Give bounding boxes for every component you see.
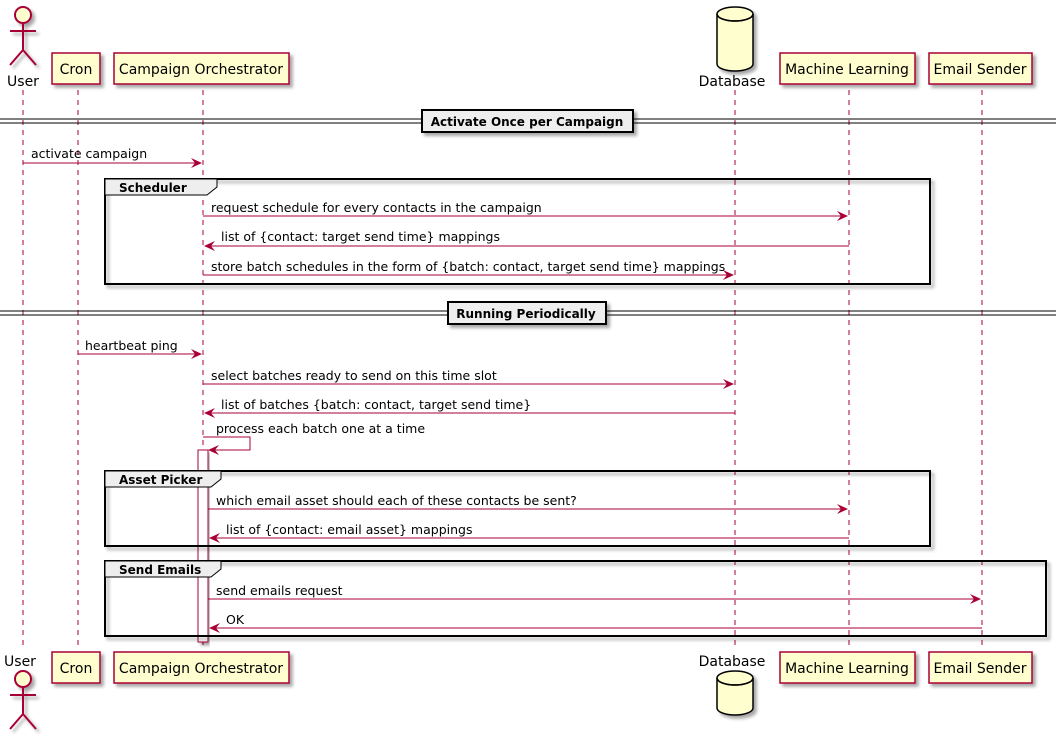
message-request-schedule: request schedule for every contacts in t…	[203, 200, 848, 221]
divider-activate-once: Activate Once per Campaign	[0, 109, 1056, 133]
participant-label: Machine Learning	[785, 661, 909, 677]
participant-label: User	[4, 654, 36, 670]
participant-label: Database	[699, 654, 766, 670]
participant-label: Campaign Orchestrator	[119, 62, 283, 78]
message-label: process each batch one at a time	[216, 421, 425, 436]
message-label: list of {contact: email asset} mappings	[226, 522, 472, 537]
participant-label: Machine Learning	[785, 62, 909, 78]
message-label: OK	[226, 612, 245, 627]
message-heartbeat-ping: heartbeat ping	[78, 338, 202, 359]
divider-label: Running Periodically	[456, 307, 596, 321]
message-label: activate campaign	[31, 146, 147, 161]
actor-icon	[9, 6, 37, 66]
message-label: send emails request	[216, 583, 343, 598]
actor-icon	[9, 670, 37, 730]
participant-user-top[interactable]	[9, 6, 37, 66]
message-label: list of {contact: target send time} mapp…	[221, 229, 500, 244]
message-schedule-mappings: list of {contact: target send time} mapp…	[204, 229, 849, 251]
message-send-emails-request: send emails request	[208, 583, 981, 604]
sequence-diagram: User Cron Campaign Orchestrator Database…	[0, 6, 1056, 730]
message-label: which email asset should each of these c…	[216, 493, 577, 508]
message-list-of-batches: list of batches {batch: contact, target …	[204, 397, 735, 418]
message-label: request schedule for every contacts in t…	[211, 200, 542, 215]
participant-label: Email Sender	[934, 62, 1027, 78]
group-label: Scheduler	[119, 181, 187, 195]
message-select-batches: select batches ready to send on this tim…	[203, 368, 734, 389]
participants-top: User Cron Campaign Orchestrator Database…	[7, 6, 1033, 90]
participant-label: Cron	[60, 62, 93, 78]
participants-bottom: User Cron Campaign Orchestrator Database	[4, 651, 1033, 730]
message-email-asset-mappings: list of {contact: email asset} mappings	[209, 522, 849, 543]
message-label: heartbeat ping	[85, 338, 178, 353]
message-label: store batch schedules in the form of {ba…	[211, 259, 725, 274]
divider-running-periodically: Running Periodically	[0, 301, 1056, 325]
message-activate-campaign: activate campaign	[23, 146, 202, 168]
participant-label: Email Sender	[934, 661, 1027, 677]
message-ok: OK	[209, 612, 982, 633]
database-icon	[716, 670, 754, 716]
participant-db-bottom[interactable]	[716, 670, 754, 716]
divider-label: Activate Once per Campaign	[431, 115, 624, 129]
group-label: Send Emails	[119, 563, 201, 577]
participant-label: Campaign Orchestrator	[119, 661, 283, 677]
message-label: select batches ready to send on this tim…	[211, 368, 497, 383]
participant-db-top[interactable]	[716, 6, 754, 72]
database-icon	[716, 6, 754, 72]
group-label: Asset Picker	[119, 473, 202, 487]
participant-user-bottom[interactable]	[9, 670, 37, 730]
participant-label: Cron	[60, 661, 93, 677]
message-store-batch: store batch schedules in the form of {ba…	[203, 259, 734, 280]
message-label: list of batches {batch: contact, target …	[221, 397, 531, 412]
participant-label: Database	[699, 74, 766, 90]
participant-label: User	[7, 74, 39, 90]
message-which-email-asset: which email asset should each of these c…	[208, 493, 848, 514]
message-process-each-batch: process each batch one at a time	[203, 421, 425, 455]
